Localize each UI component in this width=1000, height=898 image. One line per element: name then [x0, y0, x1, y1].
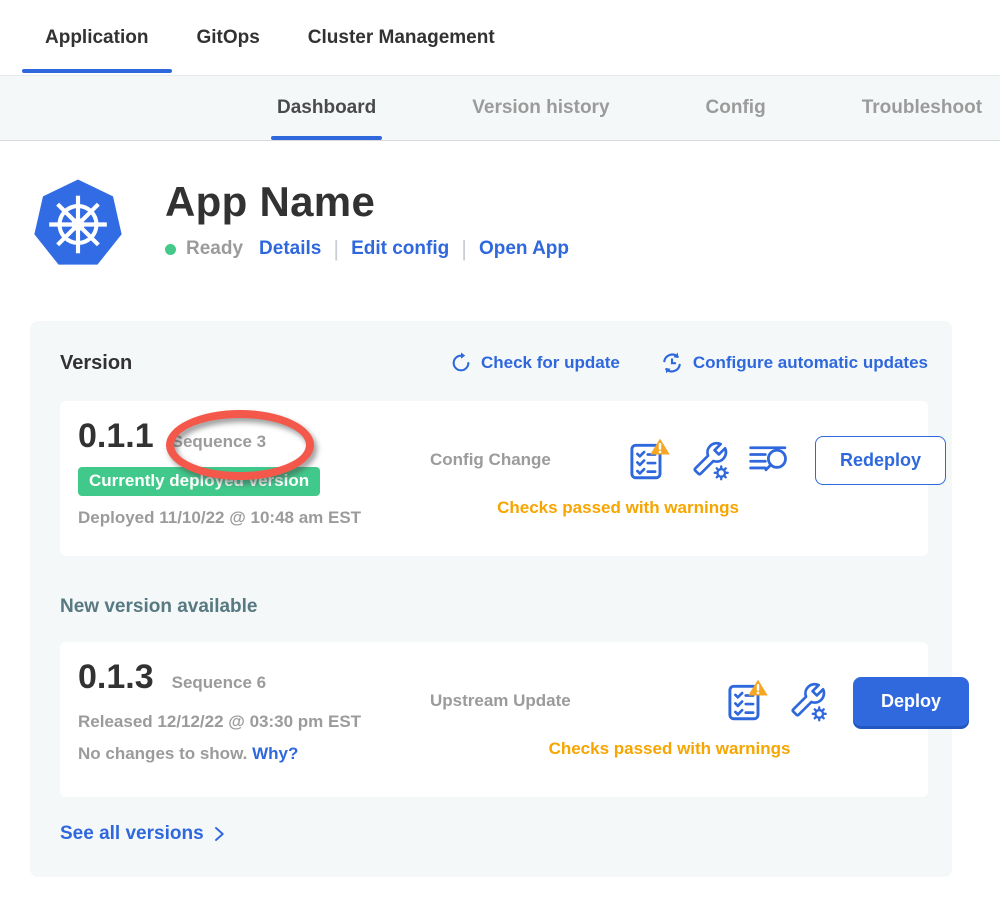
see-all-versions-link[interactable]: See all versions	[60, 823, 228, 845]
current-version-sequence: Sequence 3	[172, 432, 267, 452]
ready-status-dot	[165, 244, 176, 255]
kubernetes-logo	[33, 176, 123, 273]
tab-version-history[interactable]: Version history	[472, 76, 609, 140]
configure-automatic-updates-label: Configure automatic updates	[693, 353, 928, 373]
current-version-card: 0.1.1 Sequence 3 Currently deployed vers…	[60, 401, 928, 556]
no-changes-text: No changes to show. Why?	[78, 744, 430, 764]
deployed-timestamp: Deployed 11/10/22 @ 10:48 am EST	[78, 508, 430, 528]
why-link[interactable]: Why?	[252, 744, 298, 763]
new-version-card: 0.1.3 Sequence 6 Released 12/12/22 @ 03:…	[60, 642, 928, 797]
app-status: Ready	[186, 238, 243, 260]
version-panel: Version Check for update	[30, 321, 952, 877]
deploy-button[interactable]: Deploy	[853, 677, 969, 726]
edit-config-wrench-icon[interactable]	[687, 438, 731, 482]
divider: |	[461, 236, 467, 262]
new-version-source: Upstream Update	[430, 691, 615, 711]
tab-troubleshoot[interactable]: Troubleshoot	[862, 76, 982, 140]
no-changes-label: No changes to show.	[78, 744, 247, 763]
released-timestamp: Released 12/12/22 @ 03:30 pm EST	[78, 712, 430, 732]
check-for-update-link[interactable]: Check for update	[450, 352, 620, 374]
new-version-sequence: Sequence 6	[172, 673, 267, 693]
new-version-number: 0.1.3	[78, 658, 154, 697]
new-checks-status: Checks passed with warnings	[430, 739, 909, 759]
refresh-icon	[450, 352, 472, 374]
preflight-checks-icon[interactable]	[725, 679, 769, 723]
top-tab-application[interactable]: Application	[45, 0, 148, 75]
current-version-source: Config Change	[430, 450, 615, 470]
app-header: App Name Ready Details | Edit config | O…	[33, 176, 1000, 273]
edit-config-wrench-icon[interactable]	[785, 679, 829, 723]
top-tab-cluster-management[interactable]: Cluster Management	[308, 0, 495, 75]
tab-dashboard[interactable]: Dashboard	[277, 76, 376, 140]
redeploy-button[interactable]: Redeploy	[815, 436, 946, 485]
tab-config[interactable]: Config	[706, 76, 766, 140]
current-version-number: 0.1.1	[78, 417, 154, 456]
preflight-checks-icon[interactable]	[627, 438, 671, 482]
view-diff-icon[interactable]	[747, 438, 791, 482]
chevron-right-icon	[210, 825, 228, 843]
open-app-link[interactable]: Open App	[479, 238, 569, 260]
gear-icon	[813, 707, 826, 720]
configure-automatic-updates-link[interactable]: Configure automatic updates	[660, 351, 928, 375]
new-version-heading: New version available	[60, 596, 928, 618]
top-nav: Application GitOps Cluster Management	[0, 0, 1000, 76]
currently-deployed-badge: Currently deployed version	[78, 467, 320, 496]
check-for-update-label: Check for update	[481, 353, 620, 373]
see-all-versions-label: See all versions	[60, 823, 204, 845]
app-sub-nav: Dashboard Version history Config Trouble…	[0, 76, 1000, 141]
divider: |	[333, 236, 339, 262]
version-panel-title: Version	[60, 352, 132, 375]
current-checks-status: Checks passed with warnings	[430, 498, 806, 518]
gear-icon	[715, 466, 728, 479]
page-title: App Name	[165, 178, 569, 226]
details-link[interactable]: Details	[259, 238, 321, 260]
scheduled-update-icon	[660, 351, 684, 375]
edit-config-link[interactable]: Edit config	[351, 238, 449, 260]
top-tab-gitops[interactable]: GitOps	[196, 0, 259, 75]
